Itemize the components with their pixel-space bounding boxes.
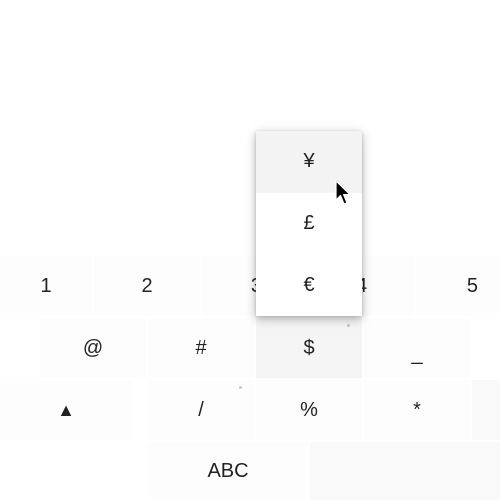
key-currency[interactable]: $ bbox=[256, 318, 362, 378]
arrow-pointer-icon bbox=[335, 180, 351, 205]
key-percent[interactable]: % bbox=[256, 380, 362, 440]
abc-switch-button[interactable]: ABC bbox=[148, 442, 308, 500]
key-5[interactable]: 5 bbox=[416, 256, 500, 316]
popup-option-euro[interactable]: € bbox=[256, 254, 362, 316]
key-slash[interactable]: / bbox=[148, 380, 254, 440]
key-edge bbox=[472, 380, 500, 440]
key-asterisk[interactable]: * bbox=[364, 380, 470, 440]
long-press-indicator bbox=[347, 324, 350, 327]
space-key[interactable] bbox=[310, 442, 500, 500]
key-1[interactable]: 1 bbox=[0, 256, 92, 316]
key-hash[interactable]: # bbox=[148, 318, 254, 378]
key-underscore[interactable]: _ bbox=[364, 318, 470, 378]
key-at[interactable]: @ bbox=[40, 318, 146, 378]
keyboard-screen: 1 2 3 4 5 @ # $ _ ▲ / % * ABC ¥ £ € bbox=[0, 0, 500, 500]
key-shift-icon[interactable]: ▲ bbox=[0, 380, 132, 440]
currency-popup: ¥ £ € bbox=[256, 131, 362, 316]
key-2[interactable]: 2 bbox=[94, 256, 200, 316]
long-press-indicator bbox=[239, 386, 242, 389]
